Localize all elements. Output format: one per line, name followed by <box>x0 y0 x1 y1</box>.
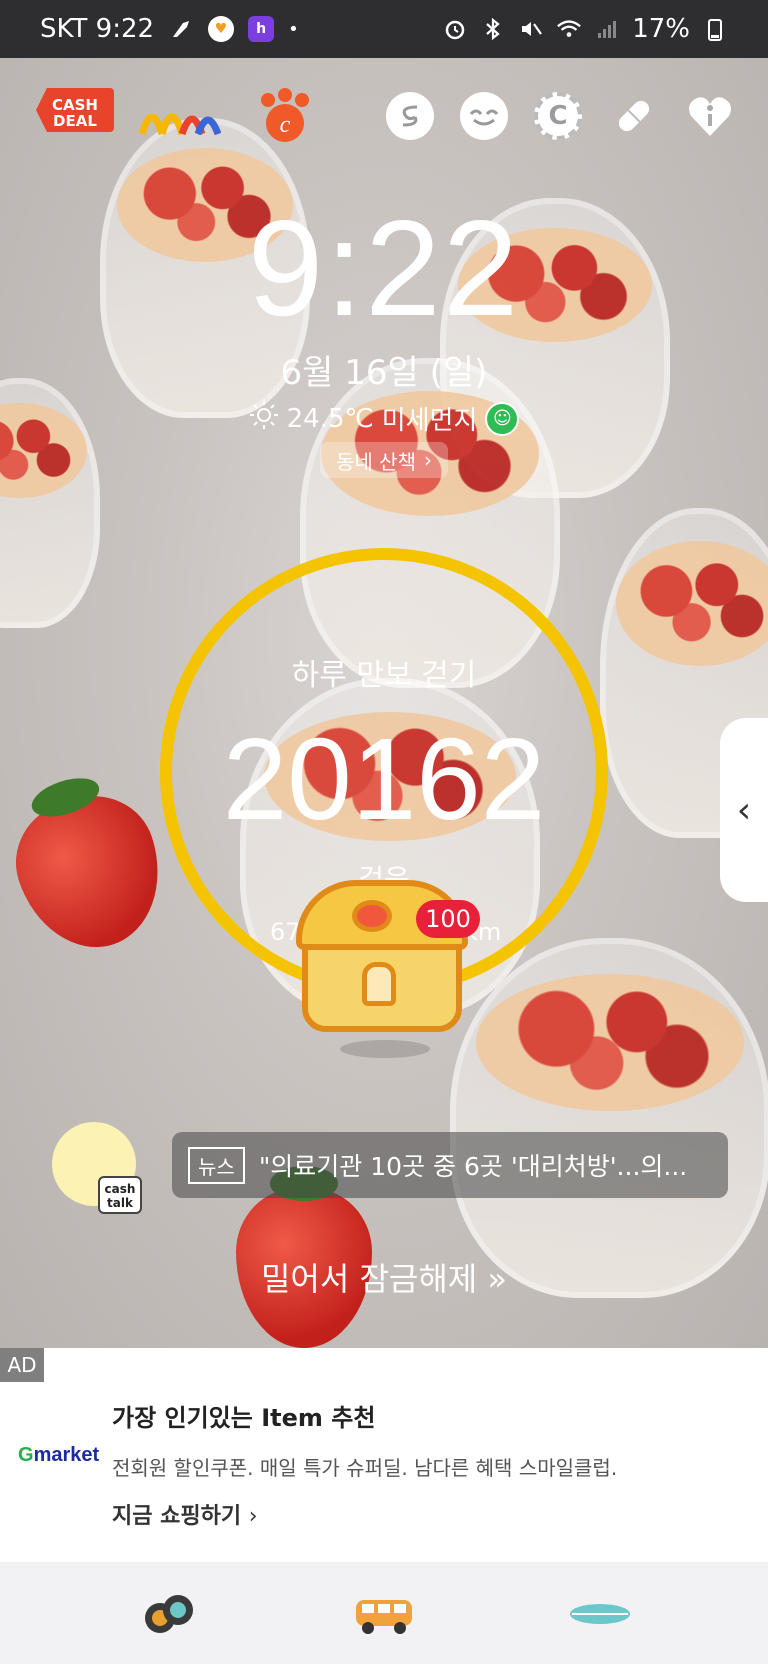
ad-description: 전회원 할인쿠폰. 매일 특가 슈퍼딜. 남다른 혜택 스마일클럽. <box>112 1456 618 1480</box>
heart-info-icon[interactable] <box>686 88 734 144</box>
surfboard-icon[interactable] <box>568 1592 632 1636</box>
gmarket-logo: Gmarket <box>18 1444 100 1466</box>
svg-text:c: c <box>280 112 291 138</box>
h-app-icon: h <box>248 16 275 42</box>
news-ticker[interactable]: 뉴스 "의료기관 10곳 중 6곳 '대리처방'...의... <box>172 1132 728 1198</box>
battery-icon <box>702 16 728 42</box>
unlock-label: 밀어서 잠금해제 <box>260 1260 478 1298</box>
rainbow-app-icon[interactable] <box>138 88 222 144</box>
ad-banner[interactable]: AD Gmarket 가장 인기있는 Item 추천 전회원 할인쿠폰. 매일 … <box>0 1348 768 1562</box>
app-notification-icon <box>168 16 194 42</box>
bluetooth-icon <box>480 16 506 42</box>
news-headline: "의료기관 10곳 중 6곳 '대리처방'...의... <box>258 1152 688 1181</box>
van-icon[interactable] <box>352 1592 416 1636</box>
lockscreen-date: 6월 16일 (일) <box>280 353 488 393</box>
chevron-right-icon: › <box>248 1504 258 1529</box>
cashdeal-app-icon[interactable]: CASH DEAL <box>36 88 114 132</box>
step-count: 20162 <box>222 714 546 844</box>
sun-icon <box>249 400 279 437</box>
heart-app-icon: ♥ <box>208 16 235 42</box>
battery-percent: 17% <box>632 14 690 44</box>
status-bar: SKT 9:22 ♥ h • 17% <box>0 0 768 58</box>
signal-icon <box>594 16 620 42</box>
alarm-icon <box>442 16 468 42</box>
wifi-icon <box>556 16 582 42</box>
top-app-shortcuts: CASH DEAL c C <box>0 88 768 148</box>
coins-icon[interactable] <box>142 1592 198 1636</box>
dust-label: 미세먼지 <box>381 406 478 436</box>
ad-cta-label: 지금 쇼핑하기 <box>112 1504 242 1529</box>
bottom-dock <box>0 1562 768 1664</box>
ad-tag: AD <box>0 1348 44 1382</box>
news-tag: 뉴스 <box>188 1146 245 1184</box>
reward-badge: 100 <box>416 900 480 938</box>
chevron-right-icon: › <box>423 448 432 472</box>
paw-c-app-icon[interactable]: c <box>254 88 316 144</box>
ad-cta-link[interactable]: 지금 쇼핑하기 › <box>112 1498 258 1530</box>
mute-icon <box>518 16 544 42</box>
step-challenge-title: 하루 만보 걷기 <box>291 658 477 693</box>
cashtalk-badge[interactable]: cash talk <box>98 1176 142 1214</box>
neighborhood-walk-button[interactable]: 동네 산책 › <box>320 442 448 478</box>
lockscreen-clock: 9:22 <box>247 192 521 344</box>
ad-title: 가장 인기있는 Item 추천 <box>112 1404 376 1432</box>
carrier-time: SKT 9:22 <box>40 14 155 44</box>
smile-app-icon[interactable] <box>460 88 508 144</box>
walk-button-label: 동네 산책 <box>336 449 416 474</box>
swipe-to-unlock[interactable]: 밀어서 잠금해제 » <box>0 1254 768 1300</box>
coin-app-icon[interactable]: C <box>534 88 582 144</box>
more-notifications-dot: • <box>288 18 299 40</box>
temperature: 24.5℃ <box>286 403 374 434</box>
chest-shadow <box>340 1040 430 1058</box>
double-chevron-right-icon: » <box>487 1260 507 1298</box>
edge-panel-handle[interactable]: ‹ <box>720 718 768 902</box>
dust-good-face-icon: ☺ <box>485 401 520 436</box>
weather-row: 24.5℃ 미세먼지 ☺ <box>0 400 768 437</box>
pill-icon[interactable] <box>610 88 658 144</box>
swirl-app-icon[interactable] <box>386 88 434 144</box>
chevron-left-icon: ‹ <box>736 789 752 831</box>
dessert-jar <box>450 938 768 1298</box>
